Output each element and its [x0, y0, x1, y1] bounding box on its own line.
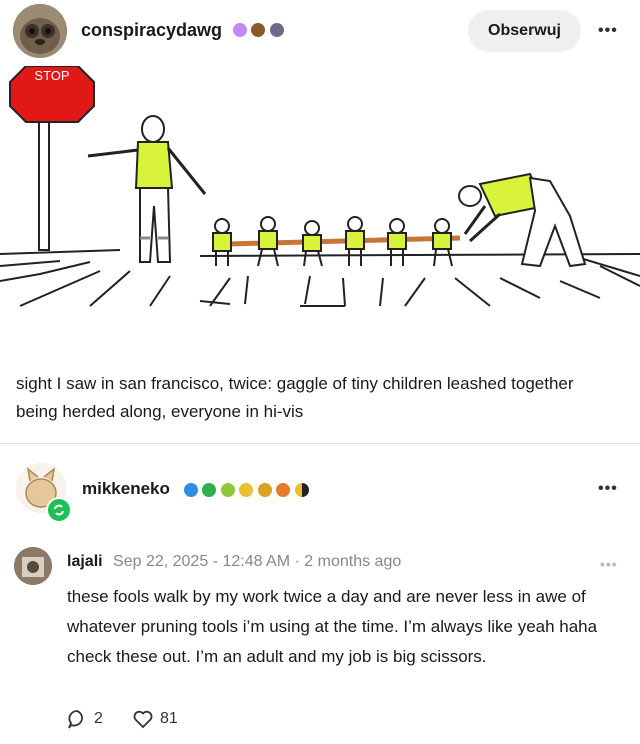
post-divider	[0, 443, 640, 444]
comment-meta: lajali Sep 22, 2025 - 12:48 AM · 2 month…	[67, 553, 401, 571]
post-more-options-icon[interactable]: •••	[598, 22, 618, 40]
author-avatar[interactable]	[13, 4, 67, 58]
reply-count-button[interactable]: 2	[66, 708, 103, 730]
reply-count: 2	[94, 710, 103, 727]
gold-check-badge-icon	[256, 481, 273, 498]
comment-body-text: these fools walk by my work twice a day …	[67, 587, 598, 666]
green-check-badge-icon	[201, 481, 218, 498]
yellow-check-badge-icon	[238, 481, 255, 498]
reblog-icon	[46, 497, 72, 523]
stop-sign-icon: STOP	[9, 65, 95, 251]
post-author-name[interactable]: conspiracydawg	[81, 20, 222, 41]
reblog-badges	[183, 481, 310, 499]
heart-icon	[133, 710, 153, 729]
comment-more-options-icon[interactable]: •••	[600, 556, 618, 572]
meta-separator: ·	[294, 553, 300, 570]
children-group	[212, 216, 461, 267]
lime-check-badge-icon	[219, 481, 236, 498]
adult-figure-right	[458, 172, 587, 268]
author-badges	[232, 21, 285, 39]
like-count-button[interactable]: 81	[132, 708, 178, 730]
like-count: 81	[160, 710, 178, 727]
follow-button[interactable]: Obserwuj	[468, 10, 581, 52]
commenter-name[interactable]: lajali	[67, 553, 103, 570]
comment-relative-time: 2 months ago	[304, 553, 402, 570]
post-image: STOP	[0, 65, 640, 356]
comment-icon	[68, 710, 83, 729]
brown-badge-icon	[250, 21, 267, 38]
drawing-illustration: STOP	[0, 65, 640, 307]
gray-badge-icon	[268, 21, 285, 38]
stop-sign-text: STOP	[34, 68, 69, 83]
blue-check-badge-icon	[183, 481, 199, 498]
reblog-author-name[interactable]: mikkeneko	[82, 479, 170, 499]
adult-figure-left	[87, 115, 207, 263]
reblog-more-options-icon[interactable]: •••	[598, 480, 618, 498]
commenter-avatar[interactable]	[14, 547, 52, 585]
purple-badge-icon	[232, 21, 248, 38]
half-moon-badge-icon	[293, 481, 310, 498]
comment-date: Sep 22, 2025 - 12:48 AM	[113, 553, 291, 570]
orange-check-badge-icon	[275, 481, 292, 498]
post-body-text: sight I saw in san francisco, twice: gag…	[16, 374, 574, 421]
